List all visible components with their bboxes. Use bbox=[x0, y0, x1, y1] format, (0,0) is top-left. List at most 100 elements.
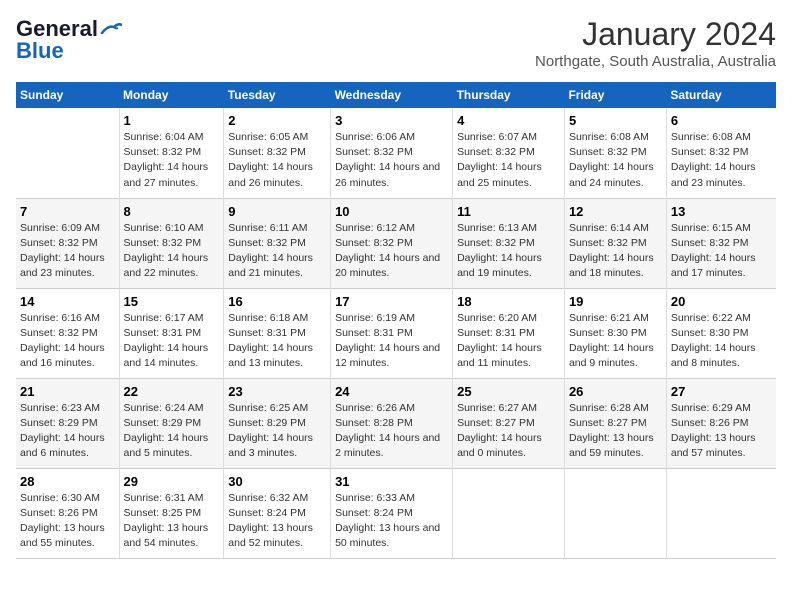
day-info: Sunrise: 6:33 AM Sunset: 8:24 PM Dayligh… bbox=[335, 491, 448, 552]
day-info: Sunrise: 6:28 AM Sunset: 8:27 PM Dayligh… bbox=[569, 401, 662, 462]
logo-blue: Blue bbox=[16, 38, 64, 64]
day-info: Sunrise: 6:12 AM Sunset: 8:32 PM Dayligh… bbox=[335, 221, 448, 282]
day-number: 17 bbox=[335, 294, 448, 309]
page-title: January 2024 bbox=[535, 16, 776, 53]
day-number: 12 bbox=[569, 204, 662, 219]
week-row-3: 21 Sunrise: 6:23 AM Sunset: 8:29 PM Dayli… bbox=[16, 378, 776, 468]
day-number: 1 bbox=[124, 113, 220, 128]
day-info: Sunrise: 6:26 AM Sunset: 8:28 PM Dayligh… bbox=[335, 401, 448, 462]
day-number: 25 bbox=[457, 384, 560, 399]
calendar-cell: 14 Sunrise: 6:16 AM Sunset: 8:32 PM Dayli… bbox=[16, 288, 119, 378]
day-number: 16 bbox=[228, 294, 326, 309]
calendar-cell: 12 Sunrise: 6:14 AM Sunset: 8:32 PM Dayli… bbox=[564, 198, 666, 288]
calendar-cell: 4 Sunrise: 6:07 AM Sunset: 8:32 PM Daylig… bbox=[453, 108, 565, 198]
calendar-cell: 19 Sunrise: 6:21 AM Sunset: 8:30 PM Dayli… bbox=[564, 288, 666, 378]
day-number: 8 bbox=[124, 204, 220, 219]
calendar-cell bbox=[564, 468, 666, 558]
day-number: 13 bbox=[671, 204, 772, 219]
day-number: 26 bbox=[569, 384, 662, 399]
day-number: 24 bbox=[335, 384, 448, 399]
day-number: 4 bbox=[457, 113, 560, 128]
day-number: 11 bbox=[457, 204, 560, 219]
calendar-cell: 1 Sunrise: 6:04 AM Sunset: 8:32 PM Daylig… bbox=[119, 108, 224, 198]
page-header: General Blue January 2024 Northgate, Sou… bbox=[16, 16, 776, 70]
day-info: Sunrise: 6:10 AM Sunset: 8:32 PM Dayligh… bbox=[124, 221, 220, 282]
calendar-cell: 31 Sunrise: 6:33 AM Sunset: 8:24 PM Dayli… bbox=[331, 468, 453, 558]
day-info: Sunrise: 6:31 AM Sunset: 8:25 PM Dayligh… bbox=[124, 491, 220, 552]
day-number: 9 bbox=[228, 204, 326, 219]
day-info: Sunrise: 6:24 AM Sunset: 8:29 PM Dayligh… bbox=[124, 401, 220, 462]
calendar-cell: 10 Sunrise: 6:12 AM Sunset: 8:32 PM Dayli… bbox=[331, 198, 453, 288]
day-number: 30 bbox=[228, 474, 326, 489]
day-number: 29 bbox=[124, 474, 220, 489]
day-number: 14 bbox=[20, 294, 115, 309]
day-info: Sunrise: 6:04 AM Sunset: 8:32 PM Dayligh… bbox=[124, 130, 220, 191]
calendar-cell bbox=[16, 108, 119, 198]
title-block: January 2024 Northgate, South Australia,… bbox=[535, 16, 776, 70]
calendar-cell: 21 Sunrise: 6:23 AM Sunset: 8:29 PM Dayli… bbox=[16, 378, 119, 468]
header-saturday: Saturday bbox=[666, 82, 776, 108]
week-row-2: 14 Sunrise: 6:16 AM Sunset: 8:32 PM Dayli… bbox=[16, 288, 776, 378]
day-number: 31 bbox=[335, 474, 448, 489]
calendar-body: 1 Sunrise: 6:04 AM Sunset: 8:32 PM Daylig… bbox=[16, 108, 776, 558]
day-info: Sunrise: 6:25 AM Sunset: 8:29 PM Dayligh… bbox=[228, 401, 326, 462]
day-info: Sunrise: 6:21 AM Sunset: 8:30 PM Dayligh… bbox=[569, 311, 662, 372]
day-info: Sunrise: 6:07 AM Sunset: 8:32 PM Dayligh… bbox=[457, 130, 560, 191]
day-number: 2 bbox=[228, 113, 326, 128]
day-number: 15 bbox=[124, 294, 220, 309]
calendar-cell: 24 Sunrise: 6:26 AM Sunset: 8:28 PM Dayli… bbox=[331, 378, 453, 468]
day-info: Sunrise: 6:15 AM Sunset: 8:32 PM Dayligh… bbox=[671, 221, 772, 282]
calendar-cell: 13 Sunrise: 6:15 AM Sunset: 8:32 PM Dayli… bbox=[666, 198, 776, 288]
day-info: Sunrise: 6:18 AM Sunset: 8:31 PM Dayligh… bbox=[228, 311, 326, 372]
calendar-cell: 17Sunrise: 6:19 AM Sunset: 8:31 PM Dayli… bbox=[331, 288, 453, 378]
day-number: 21 bbox=[20, 384, 115, 399]
header-thursday: Thursday bbox=[453, 82, 565, 108]
calendar-cell: 25 Sunrise: 6:27 AM Sunset: 8:27 PM Dayli… bbox=[453, 378, 565, 468]
day-info: Sunrise: 6:16 AM Sunset: 8:32 PM Dayligh… bbox=[20, 311, 115, 372]
calendar-cell bbox=[453, 468, 565, 558]
calendar-cell: 18 Sunrise: 6:20 AM Sunset: 8:31 PM Dayli… bbox=[453, 288, 565, 378]
calendar-cell: 30 Sunrise: 6:32 AM Sunset: 8:24 PM Dayli… bbox=[224, 468, 331, 558]
logo-bird-icon bbox=[100, 21, 122, 37]
day-info: Sunrise: 6:14 AM Sunset: 8:32 PM Dayligh… bbox=[569, 221, 662, 282]
header-wednesday: Wednesday bbox=[331, 82, 453, 108]
day-number: 5 bbox=[569, 113, 662, 128]
day-number: 27 bbox=[671, 384, 772, 399]
header-sunday: Sunday bbox=[16, 82, 119, 108]
day-info: Sunrise: 6:20 AM Sunset: 8:31 PM Dayligh… bbox=[457, 311, 560, 372]
logo: General Blue bbox=[16, 16, 122, 64]
calendar-cell: 11 Sunrise: 6:13 AM Sunset: 8:32 PM Dayli… bbox=[453, 198, 565, 288]
day-number: 23 bbox=[228, 384, 326, 399]
day-info: Sunrise: 6:23 AM Sunset: 8:29 PM Dayligh… bbox=[20, 401, 115, 462]
day-info: Sunrise: 6:30 AM Sunset: 8:26 PM Dayligh… bbox=[20, 491, 115, 552]
day-number: 3 bbox=[335, 113, 448, 128]
calendar-cell bbox=[666, 468, 776, 558]
calendar-cell: 22Sunrise: 6:24 AM Sunset: 8:29 PM Dayli… bbox=[119, 378, 224, 468]
calendar-cell: 6Sunrise: 6:08 AM Sunset: 8:32 PM Daylig… bbox=[666, 108, 776, 198]
page-subtitle: Northgate, South Australia, Australia bbox=[535, 53, 776, 70]
day-info: Sunrise: 6:29 AM Sunset: 8:26 PM Dayligh… bbox=[671, 401, 772, 462]
day-number: 18 bbox=[457, 294, 560, 309]
header-tuesday: Tuesday bbox=[224, 82, 331, 108]
day-number: 10 bbox=[335, 204, 448, 219]
day-info: Sunrise: 6:32 AM Sunset: 8:24 PM Dayligh… bbox=[228, 491, 326, 552]
calendar-cell: 29 Sunrise: 6:31 AM Sunset: 8:25 PM Dayli… bbox=[119, 468, 224, 558]
day-info: Sunrise: 6:11 AM Sunset: 8:32 PM Dayligh… bbox=[228, 221, 326, 282]
calendar-cell: 23 Sunrise: 6:25 AM Sunset: 8:29 PM Dayli… bbox=[224, 378, 331, 468]
calendar-cell: 15Sunrise: 6:17 AM Sunset: 8:31 PM Dayli… bbox=[119, 288, 224, 378]
day-number: 20 bbox=[671, 294, 772, 309]
day-number: 19 bbox=[569, 294, 662, 309]
day-info: Sunrise: 6:13 AM Sunset: 8:32 PM Dayligh… bbox=[457, 221, 560, 282]
week-row-0: 1 Sunrise: 6:04 AM Sunset: 8:32 PM Daylig… bbox=[16, 108, 776, 198]
calendar-cell: 28Sunrise: 6:30 AM Sunset: 8:26 PM Dayli… bbox=[16, 468, 119, 558]
day-info: Sunrise: 6:09 AM Sunset: 8:32 PM Dayligh… bbox=[20, 221, 115, 282]
day-info: Sunrise: 6:22 AM Sunset: 8:30 PM Dayligh… bbox=[671, 311, 772, 372]
day-number: 7 bbox=[20, 204, 115, 219]
calendar-cell: 8 Sunrise: 6:10 AM Sunset: 8:32 PM Daylig… bbox=[119, 198, 224, 288]
day-info: Sunrise: 6:27 AM Sunset: 8:27 PM Dayligh… bbox=[457, 401, 560, 462]
calendar-cell: 3Sunrise: 6:06 AM Sunset: 8:32 PM Daylig… bbox=[331, 108, 453, 198]
calendar-table: SundayMondayTuesdayWednesdayThursdayFrid… bbox=[16, 82, 776, 559]
day-info: Sunrise: 6:05 AM Sunset: 8:32 PM Dayligh… bbox=[228, 130, 326, 191]
calendar-cell: 9 Sunrise: 6:11 AM Sunset: 8:32 PM Daylig… bbox=[224, 198, 331, 288]
calendar-cell: 16 Sunrise: 6:18 AM Sunset: 8:31 PM Dayli… bbox=[224, 288, 331, 378]
